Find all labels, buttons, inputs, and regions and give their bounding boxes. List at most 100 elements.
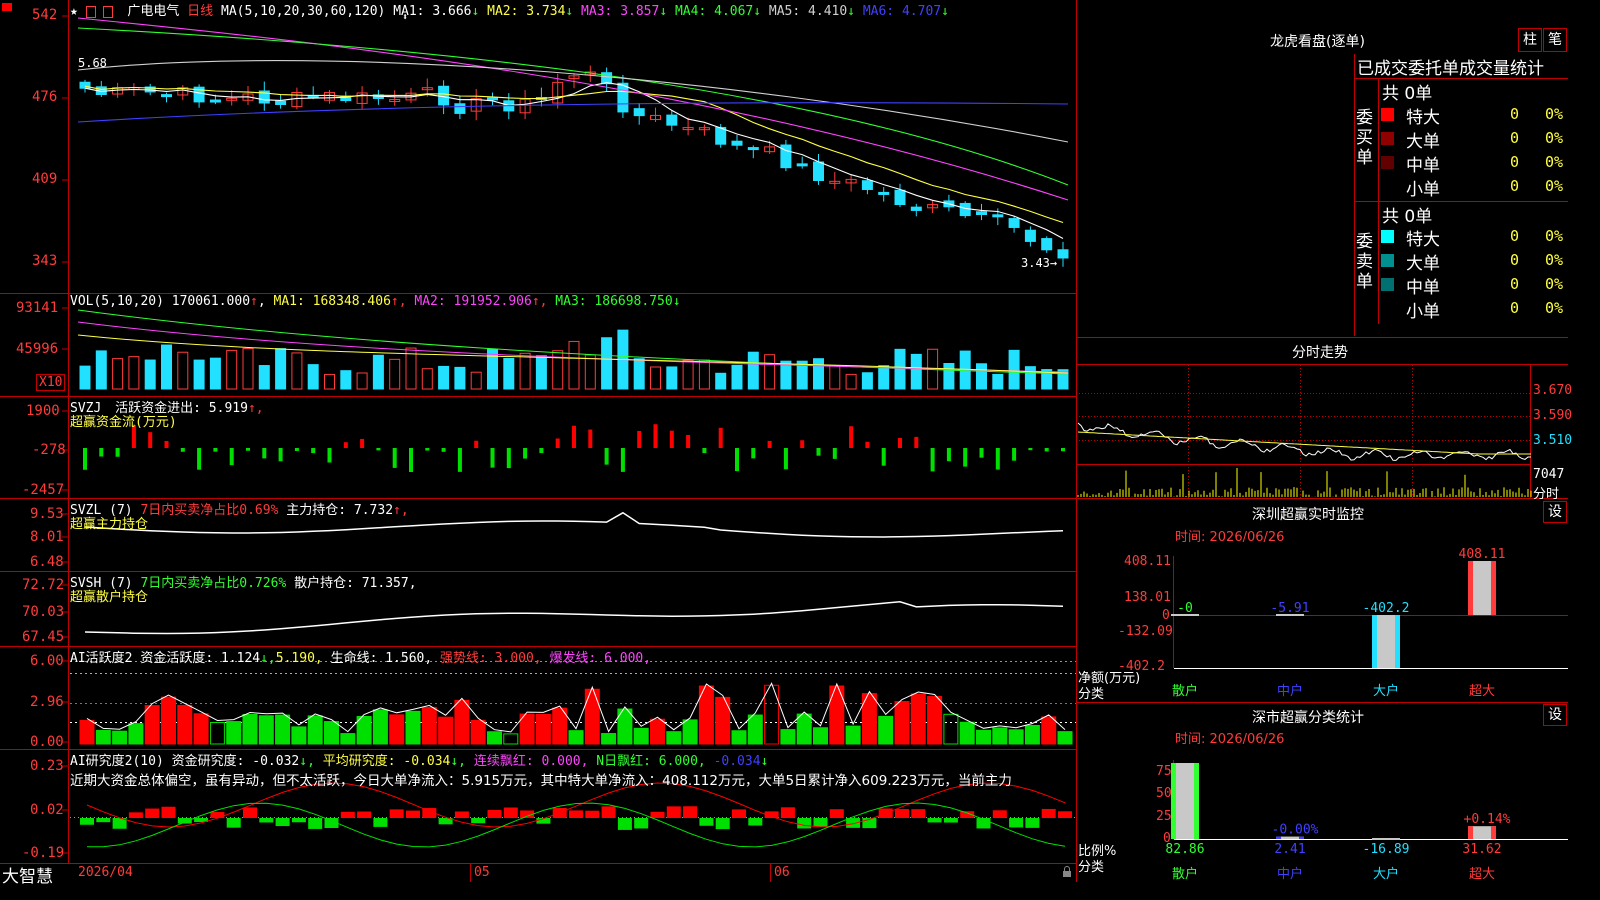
activity-bar [829, 685, 845, 745]
order-count: 0 [1510, 153, 1520, 171]
classify-bar-edge [1194, 763, 1199, 839]
monitor-settings-button[interactable]: 设 [1543, 501, 1567, 523]
classify-time: 时间: 2026/06/26 [1175, 732, 1285, 747]
research-bar [389, 809, 404, 818]
vol-ma-value-3: MA3: 186698.750 [547, 294, 673, 309]
research-bar [992, 810, 1007, 818]
order-count: 0 [1510, 251, 1520, 269]
volume-bar [698, 359, 710, 390]
volume-bar [519, 352, 531, 390]
candle-body [275, 100, 287, 105]
classify-category: 散户 [1172, 866, 1198, 882]
fund-flow-bar [490, 448, 495, 468]
fund-flow-bar [360, 438, 365, 448]
brand-label[interactable]: 大智慧 [2, 862, 53, 887]
order-percent: 0% [1545, 105, 1564, 123]
volume-bar [1024, 366, 1036, 390]
volume-bar [242, 348, 254, 390]
bar-mode-button[interactable]: 柱 [1518, 28, 1542, 52]
ai-research-axis-label: 0.23 [30, 758, 64, 774]
research-bar [145, 808, 160, 818]
activity-bar [1024, 725, 1040, 745]
volume-bar [666, 366, 678, 390]
research-bar [1025, 818, 1040, 828]
research-bar [650, 811, 665, 818]
research-bar [291, 818, 306, 823]
svsh-axis-label: 72.72 [22, 577, 65, 593]
svzl-axis-label: 6.48 [30, 554, 64, 570]
candle-body [1024, 229, 1036, 242]
stock-name[interactable]: 广电电气 [127, 4, 179, 19]
ma-line [84, 85, 1064, 224]
fund-flow-bar [343, 442, 348, 448]
monitor-time: 时间: 2026/06/26 [1175, 530, 1285, 545]
classify-title: 深市超赢分类统计 [1252, 710, 1364, 726]
classify-bar [1372, 838, 1400, 840]
volume-bar [731, 364, 743, 390]
order-type-label: 特大 [1406, 108, 1440, 128]
volume-bar [470, 371, 482, 390]
volume-bar [438, 365, 450, 390]
volume-bar [324, 373, 335, 390]
ma-line [77, 102, 1069, 123]
lock-icon[interactable] [1062, 866, 1072, 881]
candle-body [617, 82, 629, 113]
date-axis-label: 05 [474, 865, 490, 880]
monitor-bar-value: -0 [1177, 601, 1193, 616]
svzl-axis-label: 8.01 [30, 529, 64, 545]
period-label[interactable]: 日线 [187, 4, 213, 19]
tick-mode-button[interactable]: 笔 [1543, 28, 1567, 52]
activity-bar [95, 729, 111, 745]
ma-values: MA1: 3.666↓ MA2: 3.734↓ MA3: 3.857↓ MA4:… [393, 4, 949, 19]
monitor-category: 超大 [1469, 684, 1495, 699]
activity-bar [878, 715, 894, 745]
candle-body [1057, 249, 1069, 259]
volume-bar [307, 364, 319, 390]
fund-flow-bar [392, 448, 397, 468]
activity-bar [193, 713, 209, 745]
star-icon[interactable]: ★ [70, 4, 78, 19]
flag-icon[interactable] [103, 5, 114, 18]
volume-bar [340, 370, 352, 390]
sell-total: 共 0单 [1382, 207, 1433, 227]
research-bar [210, 811, 225, 818]
activity-bar [389, 714, 405, 745]
order-count: 0 [1510, 129, 1520, 147]
fund-flow-bar [506, 448, 511, 469]
volume-bar [861, 372, 873, 390]
fund-flow-bar [99, 448, 104, 457]
fund-flow-bar [979, 448, 984, 458]
activity-bar [340, 733, 356, 745]
order-color-swatch [1381, 108, 1394, 121]
monitor-axis-label: -132.09 [1118, 624, 1173, 639]
candle-body [487, 97, 498, 101]
fund-flow-bar [246, 448, 250, 451]
activity-bar [731, 730, 747, 745]
classify-category: 大户 [1373, 866, 1399, 882]
activity-bar [959, 721, 975, 745]
activity-bar [796, 713, 812, 745]
classify-bar-value: 2.41 [1274, 842, 1305, 857]
fund-flow-bar [914, 436, 919, 448]
monitor-axis-label: 408.11 [1124, 554, 1171, 569]
classify-settings-button[interactable]: 设 [1543, 704, 1567, 726]
research-bar [471, 818, 486, 824]
activity-bar [405, 710, 421, 745]
order-percent: 0% [1545, 177, 1564, 195]
vol-unit-badge[interactable]: X10 [36, 374, 66, 391]
flag-icon[interactable] [85, 5, 96, 18]
activity-bar [421, 706, 437, 745]
volume-bar [943, 363, 955, 390]
classify-bar-edge [1491, 826, 1496, 839]
research-bar [601, 806, 616, 818]
date-axis-label: 06 [774, 865, 790, 880]
fund-flow-bar [1028, 448, 1033, 451]
volume-bar [584, 354, 596, 390]
research-bar [259, 818, 274, 823]
activity-bar [226, 721, 242, 745]
volume-bar [193, 359, 205, 390]
fund-flow-bar [376, 448, 381, 451]
classify-axis-label: 50 [1156, 786, 1172, 801]
ai-activity-axis-label: 2.96 [30, 694, 64, 710]
order-count: 0 [1510, 227, 1520, 245]
